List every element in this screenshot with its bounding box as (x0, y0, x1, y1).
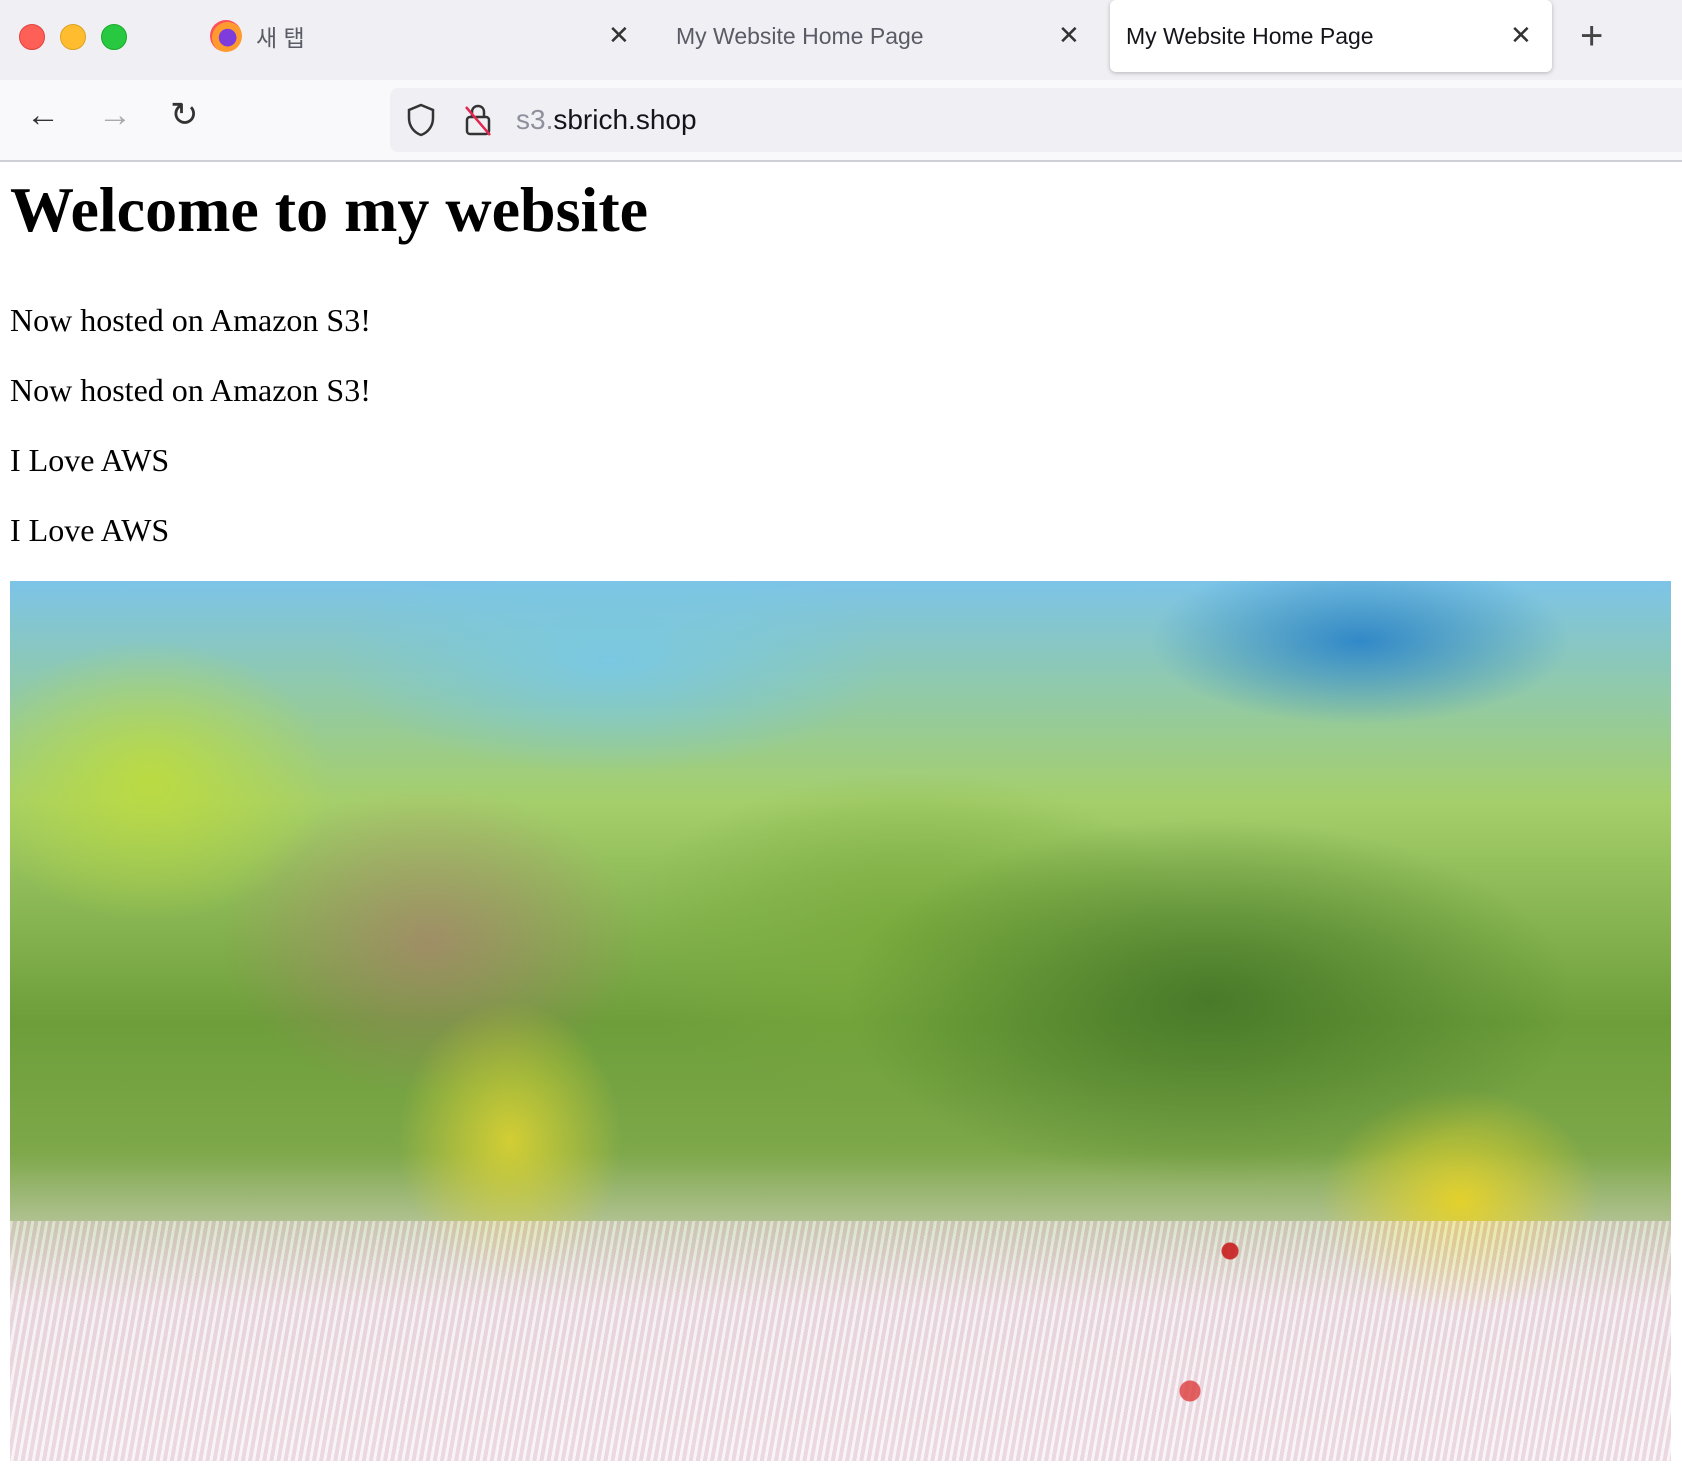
paragraph: Now hosted on Amazon S3! (10, 371, 371, 408)
tab-my-website-active[interactable]: My Website Home Page ✕ (1110, 0, 1552, 72)
tab-label: 새 탭 (256, 25, 305, 51)
paragraph: I Love AWS (10, 511, 170, 548)
reload-icon[interactable]: ↻ (170, 98, 199, 132)
paragraph: I Love AWS (10, 441, 170, 478)
url-subdomain: s3. (516, 104, 554, 135)
page-heading: Welcome to my website (10, 174, 649, 245)
close-tab-icon[interactable]: ✕ (1510, 22, 1532, 48)
url-text[interactable]: s3.sbrich.shop (516, 104, 697, 136)
tab-label: My Website Home Page (676, 22, 924, 49)
tab-bar: 새 탭 ✕ My Website Home Page ✕ My Website … (0, 0, 1682, 80)
close-window-button[interactable] (19, 24, 45, 50)
close-tab-icon[interactable]: ✕ (608, 22, 630, 48)
page-content: Welcome to my website Now hosted on Amaz… (0, 172, 1682, 1461)
zoom-window-button[interactable] (101, 24, 127, 50)
tab-label: My Website Home Page (1126, 22, 1374, 49)
address-bar[interactable]: s3.sbrich.shop (390, 88, 1682, 152)
tab-new-tab[interactable]: 새 탭 ✕ (210, 0, 630, 72)
navigation-toolbar: ← → ↻ s3.sbrich.shop (0, 80, 1682, 162)
forward-arrow-icon[interactable]: → (98, 98, 132, 132)
paragraph: Now hosted on Amazon S3! (10, 301, 371, 338)
new-tab-button[interactable]: + (1580, 16, 1603, 56)
back-arrow-icon[interactable]: ← (26, 98, 60, 132)
firefox-icon (210, 20, 242, 52)
shield-icon[interactable] (406, 103, 436, 137)
window-controls (19, 24, 127, 50)
url-domain: sbrich.shop (553, 104, 697, 135)
insecure-lock-icon[interactable] (464, 103, 492, 137)
landscape-photo (10, 580, 1671, 1461)
minimize-window-button[interactable] (60, 24, 86, 50)
tab-my-website[interactable]: My Website Home Page ✕ (660, 0, 1090, 72)
meadow-foreground (10, 1220, 1671, 1461)
close-tab-icon[interactable]: ✕ (1058, 22, 1080, 48)
